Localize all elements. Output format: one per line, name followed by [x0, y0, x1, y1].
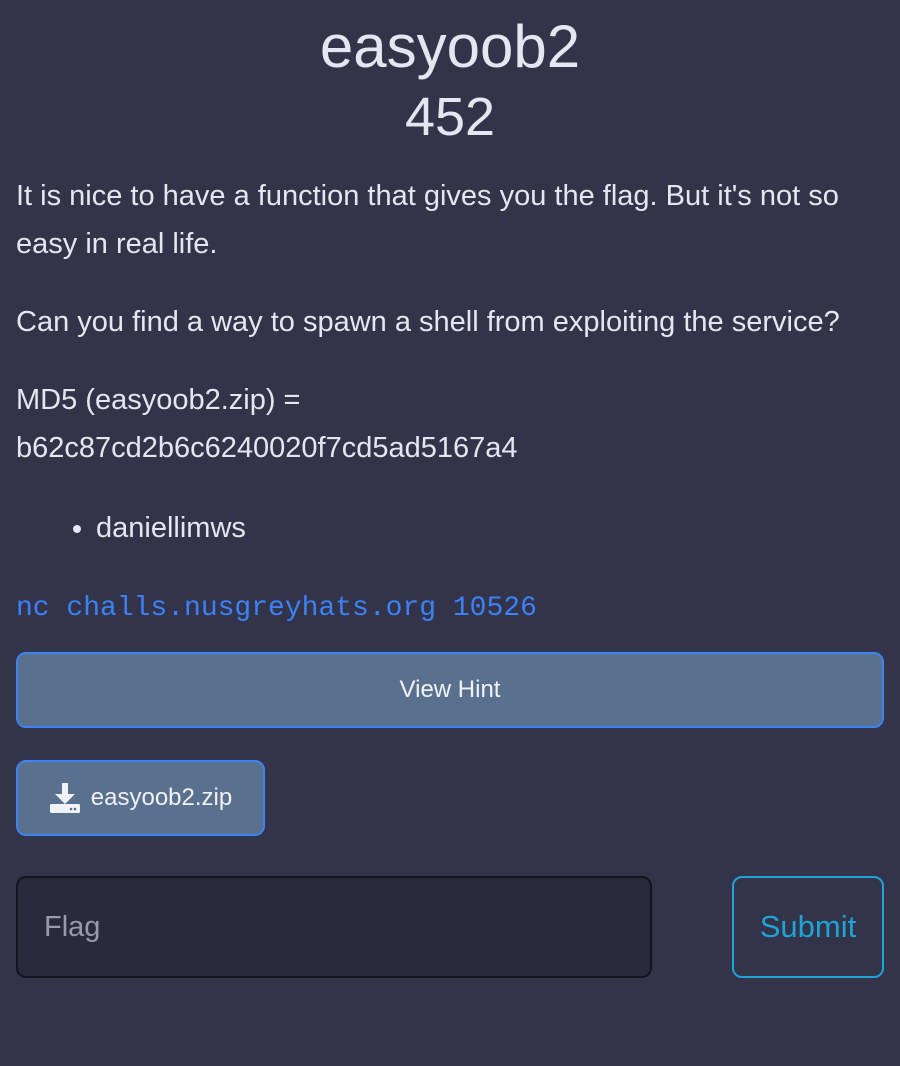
download-file-label: easyoob2.zip [90, 784, 233, 811]
download-icon [49, 782, 81, 814]
challenge-description: It is nice to have a function that gives… [16, 172, 884, 472]
view-hint-label: View Hint [399, 676, 501, 703]
download-file-button[interactable]: easyoob2.zip [16, 760, 265, 836]
author-item: daniellimws [96, 510, 884, 546]
submit-button[interactable]: Submit [732, 876, 884, 978]
submit-label: Submit [759, 909, 857, 944]
flag-submit-form: Submit [16, 876, 884, 978]
challenge-title: easyoob2 [319, 13, 581, 80]
view-hint-button[interactable]: View Hint [16, 652, 884, 728]
md5-label: MD5 (easyoob2.zip) = [16, 384, 301, 416]
md5-text: MD5 (easyoob2.zip) = b62c87cd2b6c6240020… [16, 376, 884, 472]
author-list: daniellimws [16, 510, 884, 546]
md5-hash: b62c87cd2b6c6240020f7cd5ad5167a4 [16, 432, 518, 464]
description-paragraph: It is nice to have a function that gives… [16, 180, 839, 260]
flag-input[interactable] [16, 876, 652, 978]
challenge-points: 452 [404, 87, 496, 147]
connection-info: nc challs.nusgreyhats.org 10526 [16, 593, 537, 624]
challenge-panel: easyoob2 452 It is nice to have a functi… [16, 0, 884, 978]
description-paragraph: Can you find a way to spawn a shell from… [16, 306, 840, 338]
